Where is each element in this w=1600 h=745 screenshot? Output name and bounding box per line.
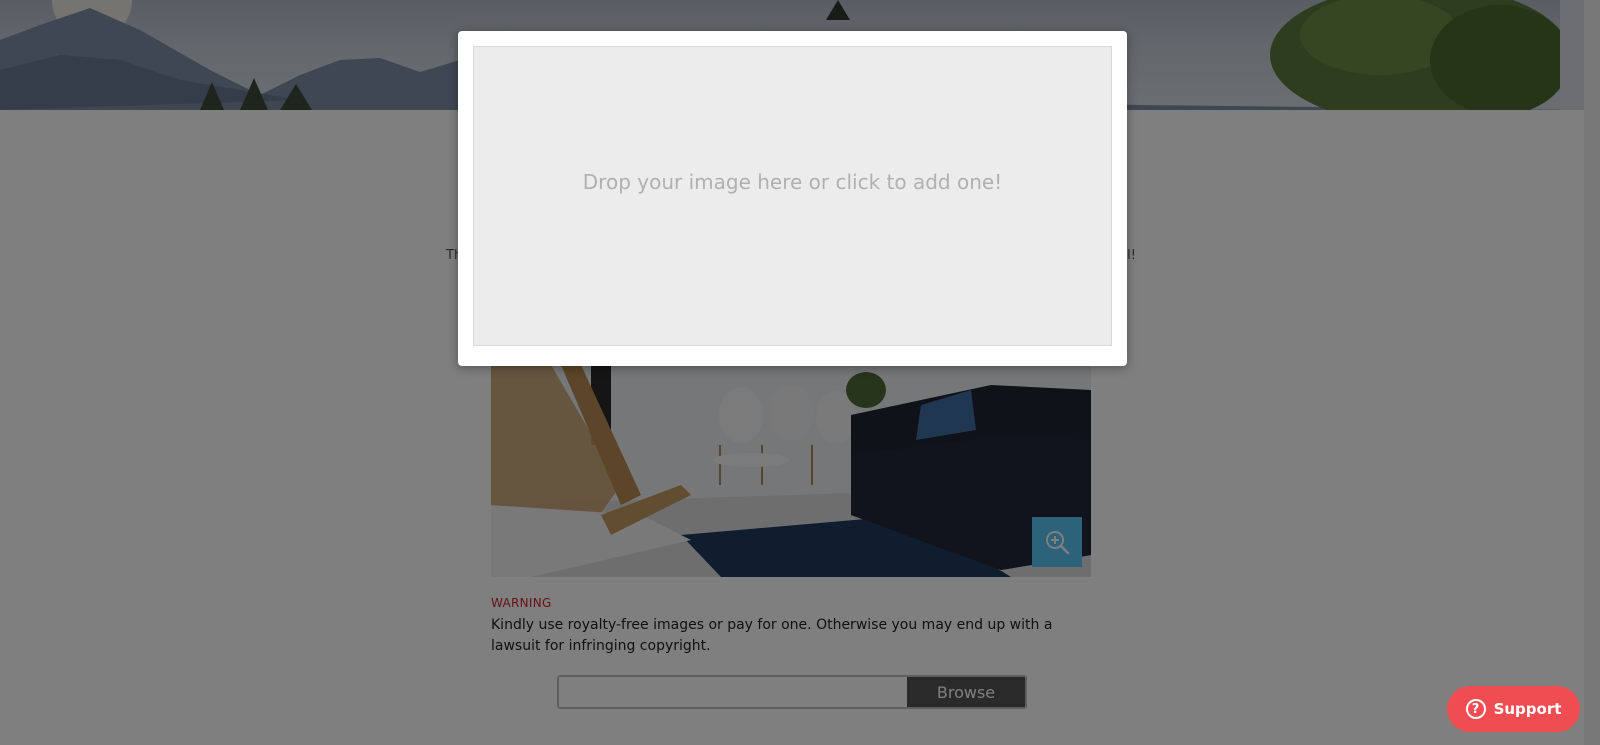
image-dropzone[interactable]: Drop your image here or click to add one… — [473, 46, 1112, 346]
help-icon: ? — [1465, 699, 1486, 719]
upload-modal: Drop your image here or click to add one… — [458, 31, 1127, 366]
support-button[interactable]: ? Support — [1447, 686, 1580, 732]
dropzone-message: Drop your image here or click to add one… — [582, 170, 1003, 194]
support-label: Support — [1493, 700, 1562, 718]
page: Th al! — [0, 0, 1600, 745]
